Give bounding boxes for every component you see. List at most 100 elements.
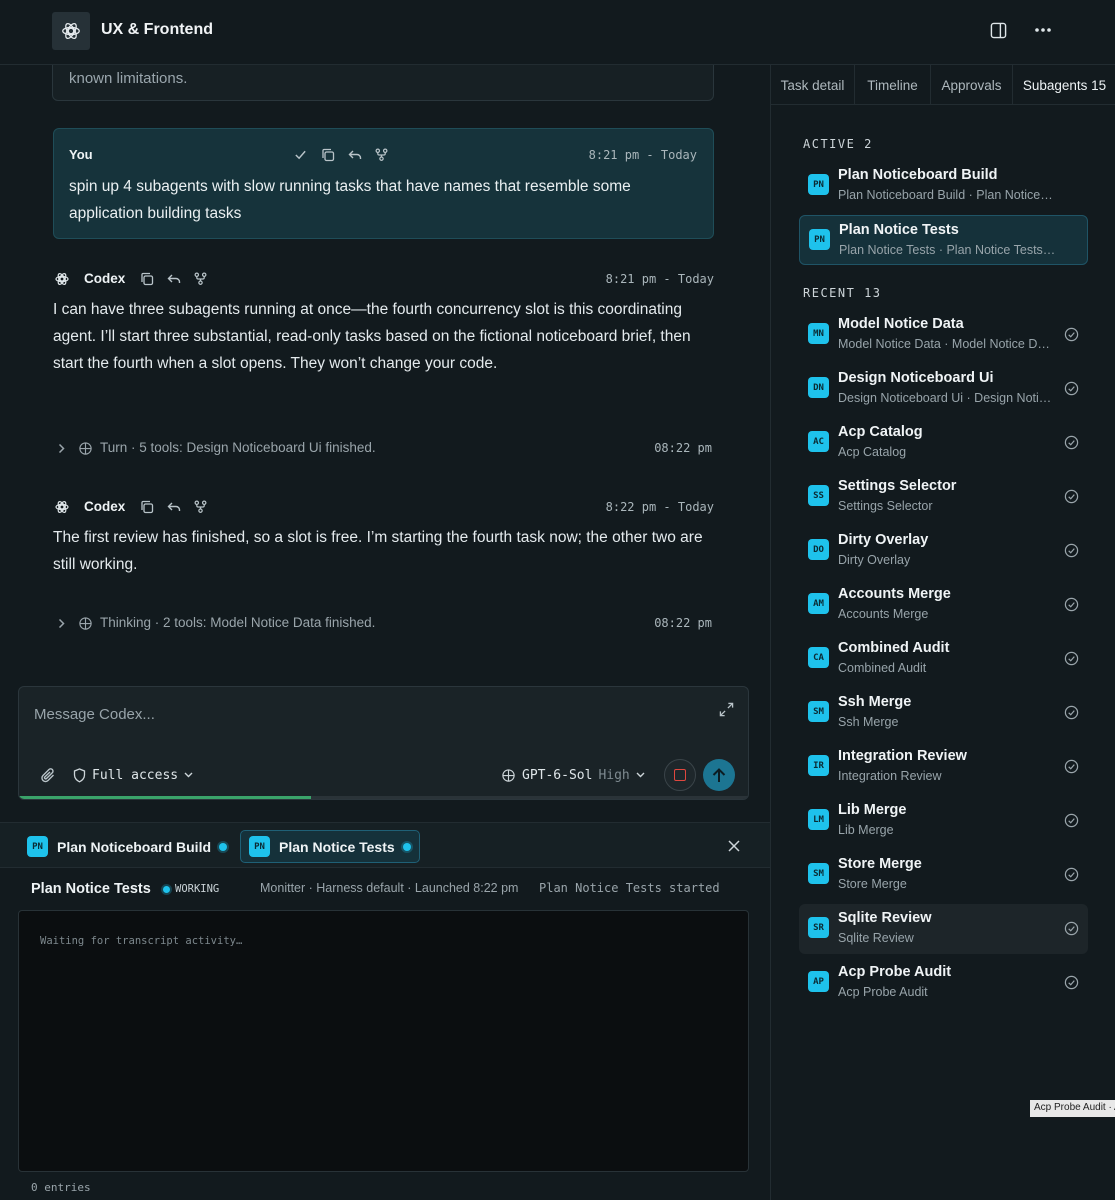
subagent-name: Plan Notice Tests: [839, 222, 959, 238]
subagent-name: Integration Review: [838, 748, 967, 764]
chevron-right-icon[interactable]: [55, 616, 67, 630]
app-header: UX & Frontend: [0, 0, 1115, 65]
subagent-item-plan-notice-tests[interactable]: PN Plan Notice Tests Plan Notice Tests · P…: [799, 215, 1088, 265]
tab-approvals[interactable]: Approvals: [931, 65, 1013, 105]
subagent-name: Combined Audit: [838, 640, 950, 656]
subagent-name: Sqlite Review: [838, 910, 932, 926]
subagent-item-acp-probe-audit[interactable]: AP Acp Probe Audit Acp Probe Audit: [799, 958, 1088, 1008]
openai-logo-icon: [53, 270, 71, 288]
user-message-card: You 8:21 pm - Today spin up 4 subagents …: [53, 128, 714, 239]
user-message-actions: [292, 146, 390, 163]
subagent-item-store-merge[interactable]: SM Store Merge Store Merge: [799, 850, 1088, 900]
running-indicator: [219, 842, 228, 851]
arrow-up-icon: [712, 767, 726, 782]
subagent-item-plan-noticeboard-build[interactable]: PN Plan Noticeboard Build Plan Noticeboard…: [799, 161, 1088, 211]
agent-tab-strip: PN Plan Noticeboard Build PN Plan Notice…: [0, 822, 770, 868]
fork-icon[interactable]: [373, 146, 390, 163]
copy-icon[interactable]: [138, 270, 155, 287]
agent-badge: AC: [808, 431, 829, 452]
chevron-right-icon[interactable]: [55, 441, 67, 455]
user-message-time: 8:21 pm - Today: [588, 148, 697, 162]
panel-toggle-icon[interactable]: [988, 20, 1008, 40]
reply-icon[interactable]: [165, 498, 182, 515]
subagent-item-ssh-merge[interactable]: SM Ssh Merge Ssh Merge: [799, 688, 1088, 738]
agent-badge: SM: [808, 701, 829, 722]
globe-icon: [502, 768, 515, 782]
expand-icon[interactable]: [718, 701, 734, 717]
subagent-summary: Dirty Overlay: [838, 553, 911, 567]
subagent-name: Plan Noticeboard Build: [838, 167, 998, 183]
subagent-item-lib-merge[interactable]: LM Lib Merge Lib Merge: [799, 796, 1088, 846]
reply-icon[interactable]: [346, 146, 363, 163]
subagent-item-sqlite-review[interactable]: SR Sqlite Review Sqlite Review: [799, 904, 1088, 954]
fork-icon[interactable]: [192, 498, 209, 515]
agent-badge: PN: [808, 174, 829, 195]
tab-task-detail[interactable]: Task detail: [771, 65, 855, 105]
check-circle-icon: [1063, 542, 1079, 558]
more-icon[interactable]: [1033, 20, 1053, 40]
fork-icon[interactable]: [192, 270, 209, 287]
codex-message-time: 8:22 pm - Today: [605, 500, 714, 514]
subagent-item-acp-catalog[interactable]: AC Acp Catalog Acp Catalog: [799, 418, 1088, 468]
agent-badge: PN: [249, 836, 270, 857]
turn-summary-text: Thinking · 2 tools: Model Notice Data fi…: [100, 615, 376, 630]
reply-icon[interactable]: [165, 270, 182, 287]
copy-icon[interactable]: [138, 498, 155, 515]
subagent-name: Dirty Overlay: [838, 532, 929, 548]
close-icon[interactable]: [726, 838, 742, 854]
turn-summary[interactable]: Turn · 5 tools: Design Noticeboard Ui fi…: [53, 437, 714, 459]
codex-message-text: I can have three subagents running at on…: [53, 301, 691, 372]
agent-detail-title: Plan Notice Tests: [31, 881, 151, 897]
openai-logo-icon: [77, 615, 93, 631]
tab-timeline[interactable]: Timeline: [855, 65, 931, 105]
check-circle-icon: [1063, 434, 1079, 450]
right-panel: Task detail Timeline Approvals Subagents…: [770, 65, 1115, 1200]
agent-tab-plan-noticeboard-build[interactable]: PN Plan Noticeboard Build: [19, 830, 235, 863]
check-circle-icon: [1063, 920, 1079, 936]
subagent-item-design-noticeboard-ui[interactable]: DN Design Noticeboard Ui Design Noticeboar…: [799, 364, 1088, 414]
check-circle-icon: [1063, 326, 1079, 342]
check-icon[interactable]: [292, 146, 309, 163]
subagent-item-accounts-merge[interactable]: AM Accounts Merge Accounts Merge: [799, 580, 1088, 630]
subagent-item-model-notice-data[interactable]: MN Model Notice Data Model Notice Data · M…: [799, 310, 1088, 360]
model-name: GPT-6-Sol: [522, 767, 593, 783]
stop-button[interactable]: [664, 759, 696, 791]
agent-tab-plan-notice-tests[interactable]: PN Plan Notice Tests: [240, 830, 420, 863]
agent-detail: Plan Notice Tests WORKING Monitter · Har…: [0, 868, 770, 1200]
send-button[interactable]: [703, 759, 735, 791]
codex-message-time: 8:21 pm - Today: [605, 272, 714, 286]
message-composer: Message Codex... Full access GPT-6-Sol H…: [18, 686, 749, 800]
access-dropdown[interactable]: Full access: [73, 766, 193, 784]
turn-summary[interactable]: Thinking · 2 tools: Model Notice Data fi…: [53, 612, 714, 634]
transcript-panel[interactable]: Waiting for transcript activity…: [18, 910, 749, 1172]
subagent-summary: Integration Review: [838, 769, 942, 783]
message-input[interactable]: Message Codex...: [34, 706, 155, 723]
subagent-summary: Ssh Merge: [838, 715, 899, 729]
subagent-item-dirty-overlay[interactable]: DO Dirty Overlay Dirty Overlay: [799, 526, 1088, 576]
progress-track: [19, 796, 748, 799]
active-section-label: ACTIVE 2: [803, 137, 873, 151]
subagent-item-integration-review[interactable]: IR Integration Review Integration Review: [799, 742, 1088, 792]
agent-tab-label: Plan Noticeboard Build: [57, 838, 212, 855]
copy-icon[interactable]: [319, 146, 336, 163]
subagent-name: Model Notice Data: [838, 316, 964, 332]
subagent-summary: Accounts Merge: [838, 607, 929, 621]
model-dropdown[interactable]: GPT-6-Sol High: [501, 766, 645, 784]
subagent-name: Ssh Merge: [838, 694, 912, 710]
paperclip-icon[interactable]: [39, 766, 57, 784]
subagent-summary: Acp Probe Audit: [838, 985, 928, 999]
tab-subagents[interactable]: Subagents 15: [1013, 65, 1115, 105]
subagent-summary: Acp Catalog: [838, 445, 907, 459]
turn-summary-text: Turn · 5 tools: Design Noticeboard Ui fi…: [100, 440, 376, 455]
agent-badge: LM: [808, 809, 829, 830]
stop-icon: [674, 769, 686, 781]
subagent-name: Accounts Merge: [838, 586, 951, 602]
subagent-item-combined-audit[interactable]: CA Combined Audit Combined Audit: [799, 634, 1088, 684]
openai-logo-icon: [77, 440, 93, 456]
access-label: Full access: [92, 767, 179, 783]
agent-badge: PN: [27, 836, 48, 857]
subagent-item-settings-selector[interactable]: SS Settings Selector Settings Selector: [799, 472, 1088, 522]
previous-message-card: known limitations.: [52, 65, 714, 101]
agent-badge: DN: [808, 377, 829, 398]
chevron-down-icon: [184, 772, 193, 778]
